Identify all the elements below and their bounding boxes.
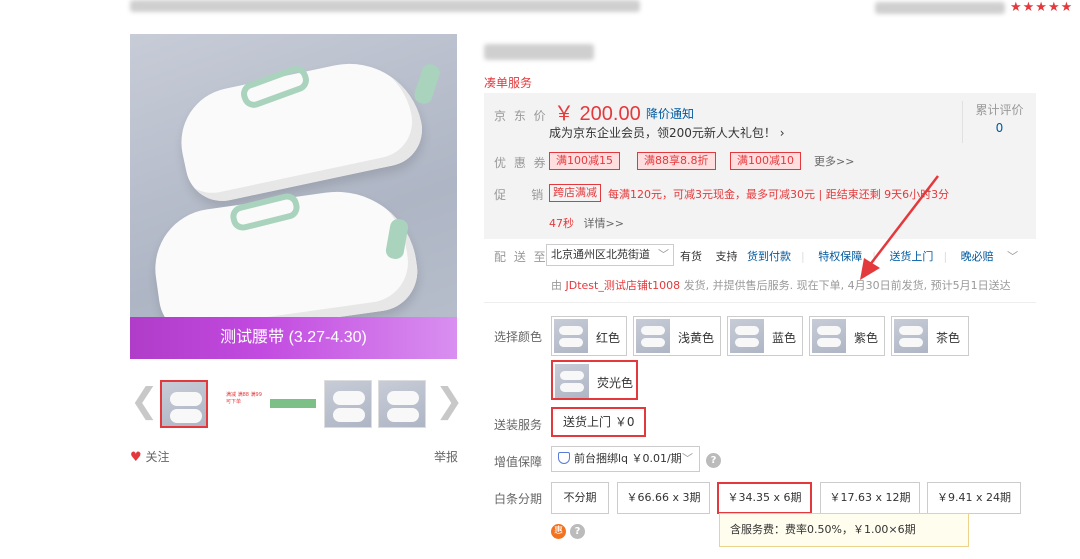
late-compensation-link[interactable]: 晚必赔 bbox=[961, 250, 994, 263]
thumbnail-strip: ❮ 满减 满88 满99可下单 ❯ bbox=[130, 378, 464, 430]
price-panel: 京 东 价 ￥ 200.00 降价通知 成为京东企业会员，领200元新人大礼包！… bbox=[484, 93, 1036, 239]
thumbnail-3[interactable] bbox=[270, 399, 316, 408]
address-select[interactable]: 北京通州区北苑街道 ﹀ bbox=[546, 244, 674, 266]
divider bbox=[484, 302, 1036, 303]
color-option-purple[interactable]: 紫色 bbox=[809, 316, 885, 356]
color-label: 选择颜色 bbox=[494, 330, 543, 344]
stock-status: 有货 bbox=[680, 250, 702, 263]
home-delivery-link[interactable]: 送货上门 bbox=[889, 250, 933, 263]
addon-label: 增值保障 bbox=[494, 455, 543, 469]
installment-none[interactable]: 不分期 bbox=[551, 482, 609, 514]
price-value: ￥ 200.00 bbox=[554, 103, 641, 125]
chevron-left-icon[interactable]: ❮ bbox=[130, 384, 159, 418]
review-label: 累计评价 bbox=[975, 103, 1024, 117]
enterprise-vip-link[interactable]: 成为京东企业会员，领200元新人大礼包！ › bbox=[549, 124, 785, 141]
delivery-label: 配 送 至 bbox=[494, 250, 548, 264]
delivery-options: 有货 支持 货到付款 | 特权保障 | 送货上门 | 晚必赔 ﹀ bbox=[680, 250, 1019, 263]
price-drop-notice-link[interactable]: 降价通知 bbox=[646, 105, 694, 122]
promo-text: 每满120元，可减3元现金，最多可减30元 | 距结束还剩 9天6小时3分 bbox=[608, 188, 950, 201]
color-option-fluorescent[interactable]: 荧光色 bbox=[551, 360, 638, 400]
installment-12[interactable]: ￥17.63 x 12期 bbox=[820, 482, 920, 514]
color-option-blue[interactable]: 蓝色 bbox=[727, 316, 803, 356]
blurred-product-title bbox=[484, 44, 594, 60]
promo-banner: 测试腰带 (3.27-4.30) bbox=[130, 317, 457, 359]
installment-24[interactable]: ￥9.41 x 24期 bbox=[927, 482, 1021, 514]
color-option-label: 红色 bbox=[596, 331, 621, 345]
ship-text: 发货, 并提供售后服务. 现在下单, 4月30日前发货, 预计5月1日送达 bbox=[683, 279, 1011, 292]
follow-button[interactable]: ♥ 关注 bbox=[130, 448, 170, 465]
promo-countdown: 47秒 详情>> bbox=[549, 215, 624, 231]
support-label: 支持 bbox=[715, 250, 738, 263]
color-thumbnail bbox=[554, 319, 588, 353]
chevron-down-icon[interactable]: ﹀ bbox=[1007, 250, 1018, 263]
color-thumbnail bbox=[636, 319, 670, 353]
color-thumbnail bbox=[812, 319, 846, 353]
thumbnail-1[interactable] bbox=[160, 380, 208, 428]
help-icon[interactable]: ? bbox=[570, 524, 585, 539]
color-option-tea[interactable]: 茶色 bbox=[891, 316, 969, 356]
thumbnail-5[interactable] bbox=[378, 380, 426, 428]
chevron-down-icon: ﹀ bbox=[658, 248, 669, 261]
rating-stars: ★★★★★ bbox=[1010, 0, 1074, 15]
color-option-label: 茶色 bbox=[936, 331, 961, 345]
chevron-down-icon: ﹀ bbox=[682, 452, 693, 465]
coupon-label: 优 惠 券 bbox=[494, 156, 548, 170]
coupon-2[interactable]: 满88享8.8折 bbox=[637, 152, 716, 170]
blurred-shop-info bbox=[875, 2, 1005, 14]
store-link[interactable]: JDtest_测试店铺t1008 bbox=[566, 279, 681, 292]
heart-icon: ♥ bbox=[130, 450, 142, 465]
installment-3[interactable]: ￥66.66 x 3期 bbox=[617, 482, 710, 514]
coupon-3[interactable]: 满100减10 bbox=[730, 152, 801, 170]
thumbnail-4[interactable] bbox=[324, 380, 372, 428]
color-option-label: 紫色 bbox=[854, 331, 879, 345]
report-link[interactable]: 举报 bbox=[434, 448, 458, 465]
installment-label: 白条分期 bbox=[494, 492, 543, 506]
promo-detail-link[interactable]: 详情>> bbox=[584, 217, 624, 230]
privilege-guarantee-link[interactable]: 特权保障 bbox=[818, 250, 862, 263]
review-summary[interactable]: 累计评价 0 bbox=[962, 101, 1036, 143]
color-thumbnail bbox=[730, 319, 764, 353]
color-thumbnail bbox=[894, 319, 928, 353]
review-count[interactable]: 0 bbox=[963, 121, 1036, 135]
discount-icon[interactable]: 惠 bbox=[551, 524, 566, 539]
promo-label: 促 销 bbox=[494, 188, 546, 202]
blurred-breadcrumb bbox=[130, 0, 640, 12]
cod-link[interactable]: 货到付款 bbox=[747, 250, 791, 263]
color-option-label: 蓝色 bbox=[772, 331, 797, 345]
addon-value: 前台捆绑lq ￥0.01/期 bbox=[574, 452, 682, 465]
color-option-label: 荧光色 bbox=[597, 376, 634, 390]
coupon-1[interactable]: 满100减15 bbox=[549, 152, 620, 170]
installment-fee-tooltip: 含服务费：费率0.50%，￥1.00×6期 bbox=[719, 513, 969, 547]
color-option-label: 浅黄色 bbox=[678, 331, 715, 345]
service-option-home-delivery[interactable]: 送货上门 ￥0 bbox=[551, 407, 647, 437]
service-tag: 凑单服务 bbox=[484, 76, 533, 90]
shipping-info: 由 JDtest_测试店铺t1008 发货, 并提供售后服务. 现在下单, 4月… bbox=[551, 277, 1011, 293]
chevron-right-icon[interactable]: ❯ bbox=[435, 384, 464, 418]
shield-icon bbox=[558, 452, 570, 464]
price-label: 京 东 价 bbox=[494, 109, 548, 123]
help-icon[interactable]: ? bbox=[706, 453, 721, 468]
follow-label: 关注 bbox=[145, 450, 170, 464]
color-option-light-yellow[interactable]: 浅黄色 bbox=[633, 316, 721, 356]
promo-tag: 跨店满减 bbox=[549, 184, 601, 202]
promo-countdown-seconds: 47秒 bbox=[549, 217, 574, 230]
ship-prefix: 由 bbox=[551, 279, 562, 292]
installment-6[interactable]: ￥34.35 x 6期 bbox=[717, 482, 812, 514]
product-main-image[interactable]: 测试腰带 (3.27-4.30) bbox=[130, 34, 457, 359]
color-option-red[interactable]: 红色 bbox=[551, 316, 627, 356]
addon-select[interactable]: 前台捆绑lq ￥0.01/期 ﹀ bbox=[551, 446, 700, 472]
service-label: 送装服务 bbox=[494, 418, 543, 432]
more-coupons-link[interactable]: 更多>> bbox=[814, 153, 854, 169]
heel-tab-top bbox=[412, 62, 442, 106]
address-value: 北京通州区北苑街道 bbox=[551, 248, 650, 261]
thumbnail-2[interactable]: 满减 满88 满99可下单 bbox=[226, 392, 266, 406]
color-thumbnail bbox=[555, 364, 589, 398]
